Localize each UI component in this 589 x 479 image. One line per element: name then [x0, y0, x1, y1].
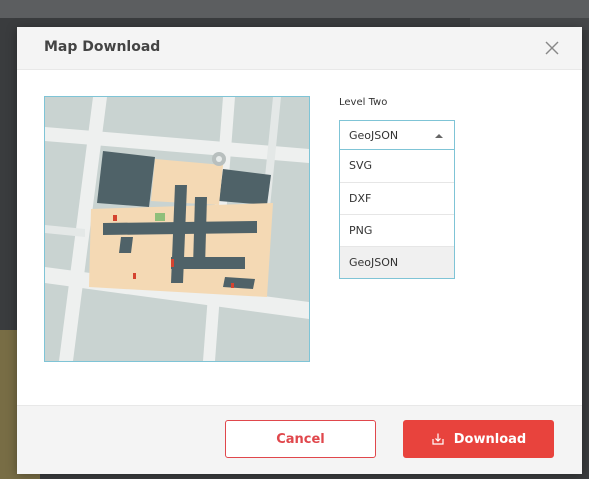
format-select[interactable]: GeoJSON [339, 120, 455, 150]
floor-plan-map [45, 97, 309, 361]
map-download-dialog: Map Download Level Two GeoJSON SVG DXF P… [17, 27, 582, 474]
dialog-title: Map Download [44, 39, 161, 55]
caret-up-icon [435, 134, 443, 138]
map-preview [44, 96, 310, 362]
cancel-button[interactable]: Cancel [225, 420, 376, 458]
format-select-value: GeoJSON [349, 129, 399, 142]
format-options-list: SVG DXF PNG GeoJSON [339, 150, 455, 279]
format-option-png[interactable]: PNG [340, 214, 454, 246]
close-icon [545, 41, 559, 55]
download-button-label: Download [453, 431, 527, 447]
dialog-footer: Cancel Download [17, 405, 582, 474]
format-option-dxf[interactable]: DXF [340, 182, 454, 214]
format-option-svg[interactable]: SVG [340, 150, 454, 182]
download-button[interactable]: Download [403, 420, 554, 458]
level-label: Level Two [339, 97, 388, 108]
close-button[interactable] [542, 38, 562, 58]
format-option-geojson[interactable]: GeoJSON [340, 246, 454, 278]
dialog-header: Map Download [17, 27, 582, 70]
download-icon [431, 432, 445, 446]
